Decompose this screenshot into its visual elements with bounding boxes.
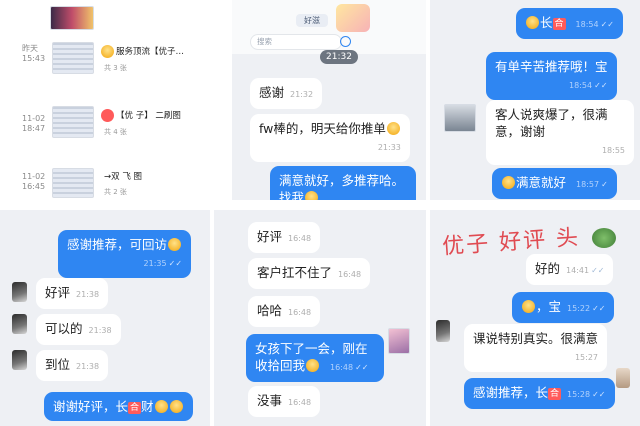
avatar-icon <box>616 368 630 388</box>
message-bubble: 女孩下了一会，刚在收拾回我 16:48 ✓✓ <box>246 334 384 382</box>
item-thumbnail <box>52 168 94 198</box>
panel-conversation-list: 昨天 15:43 服务顶流【优子… 共 3 张 11-02 18:47 【优 子… <box>0 0 228 200</box>
message-bubble: 感谢推荐，可回访 21:35 ✓✓ <box>58 230 192 278</box>
read-check-icon: ✓✓ <box>600 20 614 29</box>
item-subtitle: 共 3 张 <box>104 64 127 72</box>
avatar-icon <box>12 350 27 370</box>
message-bubble: 感谢 21:32 <box>250 78 323 109</box>
message-bubble: 好的 14:41 ✓✓ <box>526 254 614 285</box>
thumbs-up-icon <box>386 122 400 135</box>
read-check-icon: ✓✓ <box>591 266 605 275</box>
read-check-icon: ✓✓ <box>592 390 606 399</box>
avatar-icon <box>12 282 27 302</box>
message-bubble: 好评 16:48 <box>248 222 321 253</box>
cai-icon: 合 <box>552 18 566 30</box>
item-subtitle: 共 2 张 <box>104 188 127 196</box>
emoji-icon <box>306 359 320 372</box>
item-time: 昨天 15:43 <box>22 44 46 63</box>
read-check-icon: ✓ <box>601 180 608 189</box>
message-bubble: 哈哈 16:48 <box>248 296 321 327</box>
message-bubble: 客户扛不住了 16:48 <box>248 258 371 289</box>
message-bubble: 有单辛苦推荐哦！宝 18:54 ✓✓ <box>486 52 617 100</box>
message-bubble: 可以的 21:38 <box>36 314 121 345</box>
cai-icon: 合 <box>548 388 562 400</box>
emoji-icon <box>101 45 114 58</box>
emoji-icon <box>522 300 535 313</box>
item-thumbnail <box>52 106 94 138</box>
emoji-icon <box>168 238 182 251</box>
cup-icon <box>592 228 616 248</box>
read-check-icon: ✓✓ <box>592 304 606 313</box>
read-check-icon: ✓✓ <box>168 259 183 268</box>
message-bubble: 课说特别真实。很满意 15:27 <box>464 324 608 372</box>
emoji-icon <box>305 191 319 200</box>
sticker-image <box>336 4 370 32</box>
message-bubble: 到位 21:38 <box>36 350 109 381</box>
panel-chat-3: 长合 18:54 ✓✓ 有单辛苦推荐哦！宝 18:54 ✓✓ 客人说爽爆了，很满意，… <box>430 0 640 200</box>
item-thumbnail <box>52 42 94 74</box>
item-title: 【优 子】 二刷图 <box>116 111 181 121</box>
avatar <box>444 104 476 132</box>
banner-image <box>50 6 94 30</box>
message-bubble: 谢谢好评，长合财 <box>44 392 193 421</box>
search-input[interactable]: 搜索 <box>250 34 342 50</box>
add-icon[interactable] <box>340 36 351 47</box>
chat-header: 好滋 搜索 <box>232 0 426 54</box>
item-time: 11-02 16:45 <box>22 172 46 191</box>
message-bubble: 满意就好，多推荐哈。找我 <box>270 166 416 200</box>
tag-chip: 好滋 <box>296 14 328 27</box>
emoji-icon <box>101 109 114 122</box>
cai-icon: 合 <box>128 402 142 414</box>
emoji-icon <box>502 176 515 189</box>
message-bubble: 长合 18:54 ✓✓ <box>516 8 623 39</box>
message-bubble: 感谢推荐，长合 15:28 ✓✓ <box>464 378 615 409</box>
item-subtitle: 共 4 张 <box>104 128 127 136</box>
message-bubble: 没事 16:48 <box>248 386 321 417</box>
emoji-icon <box>154 400 168 413</box>
item-title: →双 飞 图 <box>104 172 143 182</box>
sticker-image <box>388 328 410 354</box>
emoji-icon <box>169 400 183 413</box>
message-bubble: 客人说爽爆了，很满意，谢谢 18:55 <box>486 100 634 165</box>
item-time: 11-02 18:47 <box>22 114 46 133</box>
read-check-icon: ✓✓ <box>355 363 369 372</box>
message-bubble: 满意就好 18:57 ✓ <box>492 168 617 199</box>
avatar-icon <box>12 314 27 334</box>
message-bubble: 好评 21:38 <box>36 278 109 309</box>
message-bubble: ，宝 15:22 ✓✓ <box>512 292 615 323</box>
panel-chat-6: 优子 好评 头 好的 14:41 ✓✓ ，宝 15:22 ✓✓ 课说特别真实。很满意 1… <box>430 210 640 426</box>
avatar-icon <box>436 320 450 342</box>
panel-chat-2: 好滋 搜索 21:32 感谢 21:32 fw棒的，明天给你推单 21:33 满意… <box>232 0 426 200</box>
read-check-icon: ✓✓ <box>594 81 608 90</box>
message-bubble: fw棒的，明天给你推单 21:33 <box>250 114 410 162</box>
emoji-icon <box>526 16 539 29</box>
panel-chat-5: 好评 16:48 客户扛不住了 16:48 哈哈 16:48 女孩下了一会，刚在收拾回… <box>214 210 426 426</box>
panel-chat-4: 感谢推荐，可回访 21:35 ✓✓ 好评 21:38 可以的 21:38 到位 21:3… <box>0 210 210 426</box>
item-title: 服务顶流【优子… <box>116 47 185 57</box>
time-chip: 21:32 <box>320 50 358 64</box>
